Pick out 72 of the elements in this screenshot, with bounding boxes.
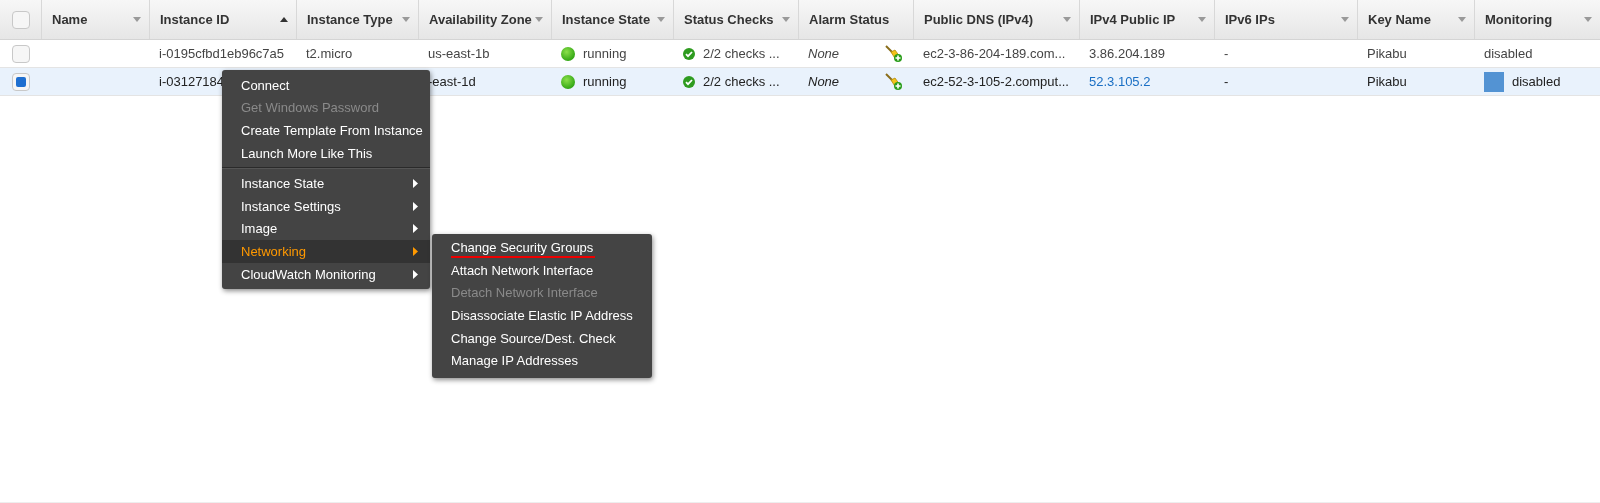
select-all-checkbox[interactable] — [11, 10, 30, 29]
column-header[interactable]: Alarm Status — [809, 12, 905, 27]
column-header[interactable]: IPv4 Public IP — [1090, 12, 1198, 27]
column-header[interactable]: Instance ID — [160, 12, 280, 27]
column-header[interactable]: Public DNS (IPv4) — [924, 12, 1063, 27]
instance-state: running — [583, 46, 627, 61]
caret-icon[interactable] — [1341, 17, 1349, 22]
row-checkbox[interactable] — [11, 72, 30, 91]
table-cell: Pikabu — [1367, 74, 1407, 89]
check-passed-icon — [683, 75, 695, 88]
row-checkbox[interactable] — [11, 44, 30, 63]
caret-icon[interactable] — [782, 17, 790, 22]
table-cell: - — [1224, 74, 1229, 89]
column-header[interactable]: Instance State — [562, 12, 657, 27]
table-cell: Pikabu — [1367, 46, 1407, 61]
menu-item[interactable]: Image — [222, 217, 430, 241]
menu-item[interactable]: Networking — [222, 240, 430, 263]
table-cell: - — [1224, 46, 1229, 61]
public-ip-link[interactable]: 52.3.105.2 — [1089, 74, 1151, 89]
menu-item[interactable]: Instance State — [222, 172, 430, 195]
caret-icon[interactable] — [402, 17, 410, 22]
menu-item[interactable]: Attach Network Interface — [432, 260, 652, 284]
add-alarm-icon[interactable] — [885, 72, 903, 91]
column-header[interactable]: Status Checks — [684, 12, 782, 27]
status-checks: 2/2 checks ... — [703, 46, 780, 61]
instance-state: running — [583, 74, 627, 89]
table-cell: disabled — [1512, 74, 1561, 89]
table-cell: -east-1d — [428, 74, 476, 89]
caret-icon[interactable] — [1198, 17, 1206, 22]
menu-item[interactable]: Change Source/Dest. Check — [432, 328, 652, 351]
sort-ascending-icon[interactable] — [280, 17, 288, 22]
menu-item[interactable]: Connect — [222, 74, 430, 97]
table-cell: ec2-52-3-105-2.comput... — [923, 74, 1069, 89]
table-cell: i-03127184 — [159, 74, 225, 89]
caret-icon[interactable] — [1584, 17, 1592, 22]
monitoring-graph-icon[interactable] — [1484, 71, 1504, 92]
caret-icon[interactable] — [1063, 17, 1071, 22]
column-header[interactable]: IPv6 IPs — [1225, 12, 1341, 27]
column-header[interactable]: Monitoring — [1485, 12, 1584, 27]
running-status-icon — [561, 74, 575, 89]
caret-icon[interactable] — [657, 17, 665, 22]
status-checks: 2/2 checks ... — [703, 74, 780, 89]
submenu-arrow-icon — [413, 269, 418, 279]
submenu-arrow-icon — [413, 224, 418, 234]
table-cell: disabled — [1484, 46, 1533, 61]
column-header[interactable]: Key Name — [1368, 12, 1458, 27]
table-cell: us-east-1b — [428, 46, 490, 61]
table-cell: t2.micro — [306, 46, 353, 61]
menu-item[interactable]: Manage IP Addresses — [432, 350, 652, 374]
menu-item[interactable]: Change Security Groups — [432, 238, 652, 261]
submenu-arrow-icon — [413, 201, 418, 211]
caret-icon[interactable] — [535, 17, 543, 22]
table-cell: ec2-3-86-204-189.com... — [923, 46, 1066, 61]
menu-item[interactable]: CloudWatch Monitoring — [222, 262, 430, 286]
column-header[interactable]: Availability Zone — [429, 12, 535, 27]
caret-icon[interactable] — [1458, 17, 1466, 22]
alarm-status: None — [808, 74, 841, 89]
submenu-arrow-icon — [413, 246, 418, 256]
column-header[interactable]: Name — [52, 12, 133, 27]
menu-item[interactable]: Create Template From Instance — [222, 119, 430, 142]
column-header[interactable]: Instance Type — [307, 12, 402, 27]
menu-item[interactable]: Instance Settings — [222, 194, 430, 218]
caret-icon[interactable] — [133, 17, 141, 22]
table-cell: i-0195cfbd1eb96c7a5 — [159, 46, 285, 61]
running-status-icon — [561, 46, 575, 61]
alarm-status: None — [808, 46, 841, 61]
submenu-arrow-icon — [413, 179, 418, 189]
menu-item[interactable]: Launch More Like This — [222, 141, 430, 165]
add-alarm-icon[interactable] — [885, 44, 903, 63]
table-cell: 3.86.204.189 — [1089, 46, 1165, 61]
check-passed-icon — [683, 47, 695, 60]
menu-item[interactable]: Disassociate Elastic IP Address — [432, 305, 652, 329]
